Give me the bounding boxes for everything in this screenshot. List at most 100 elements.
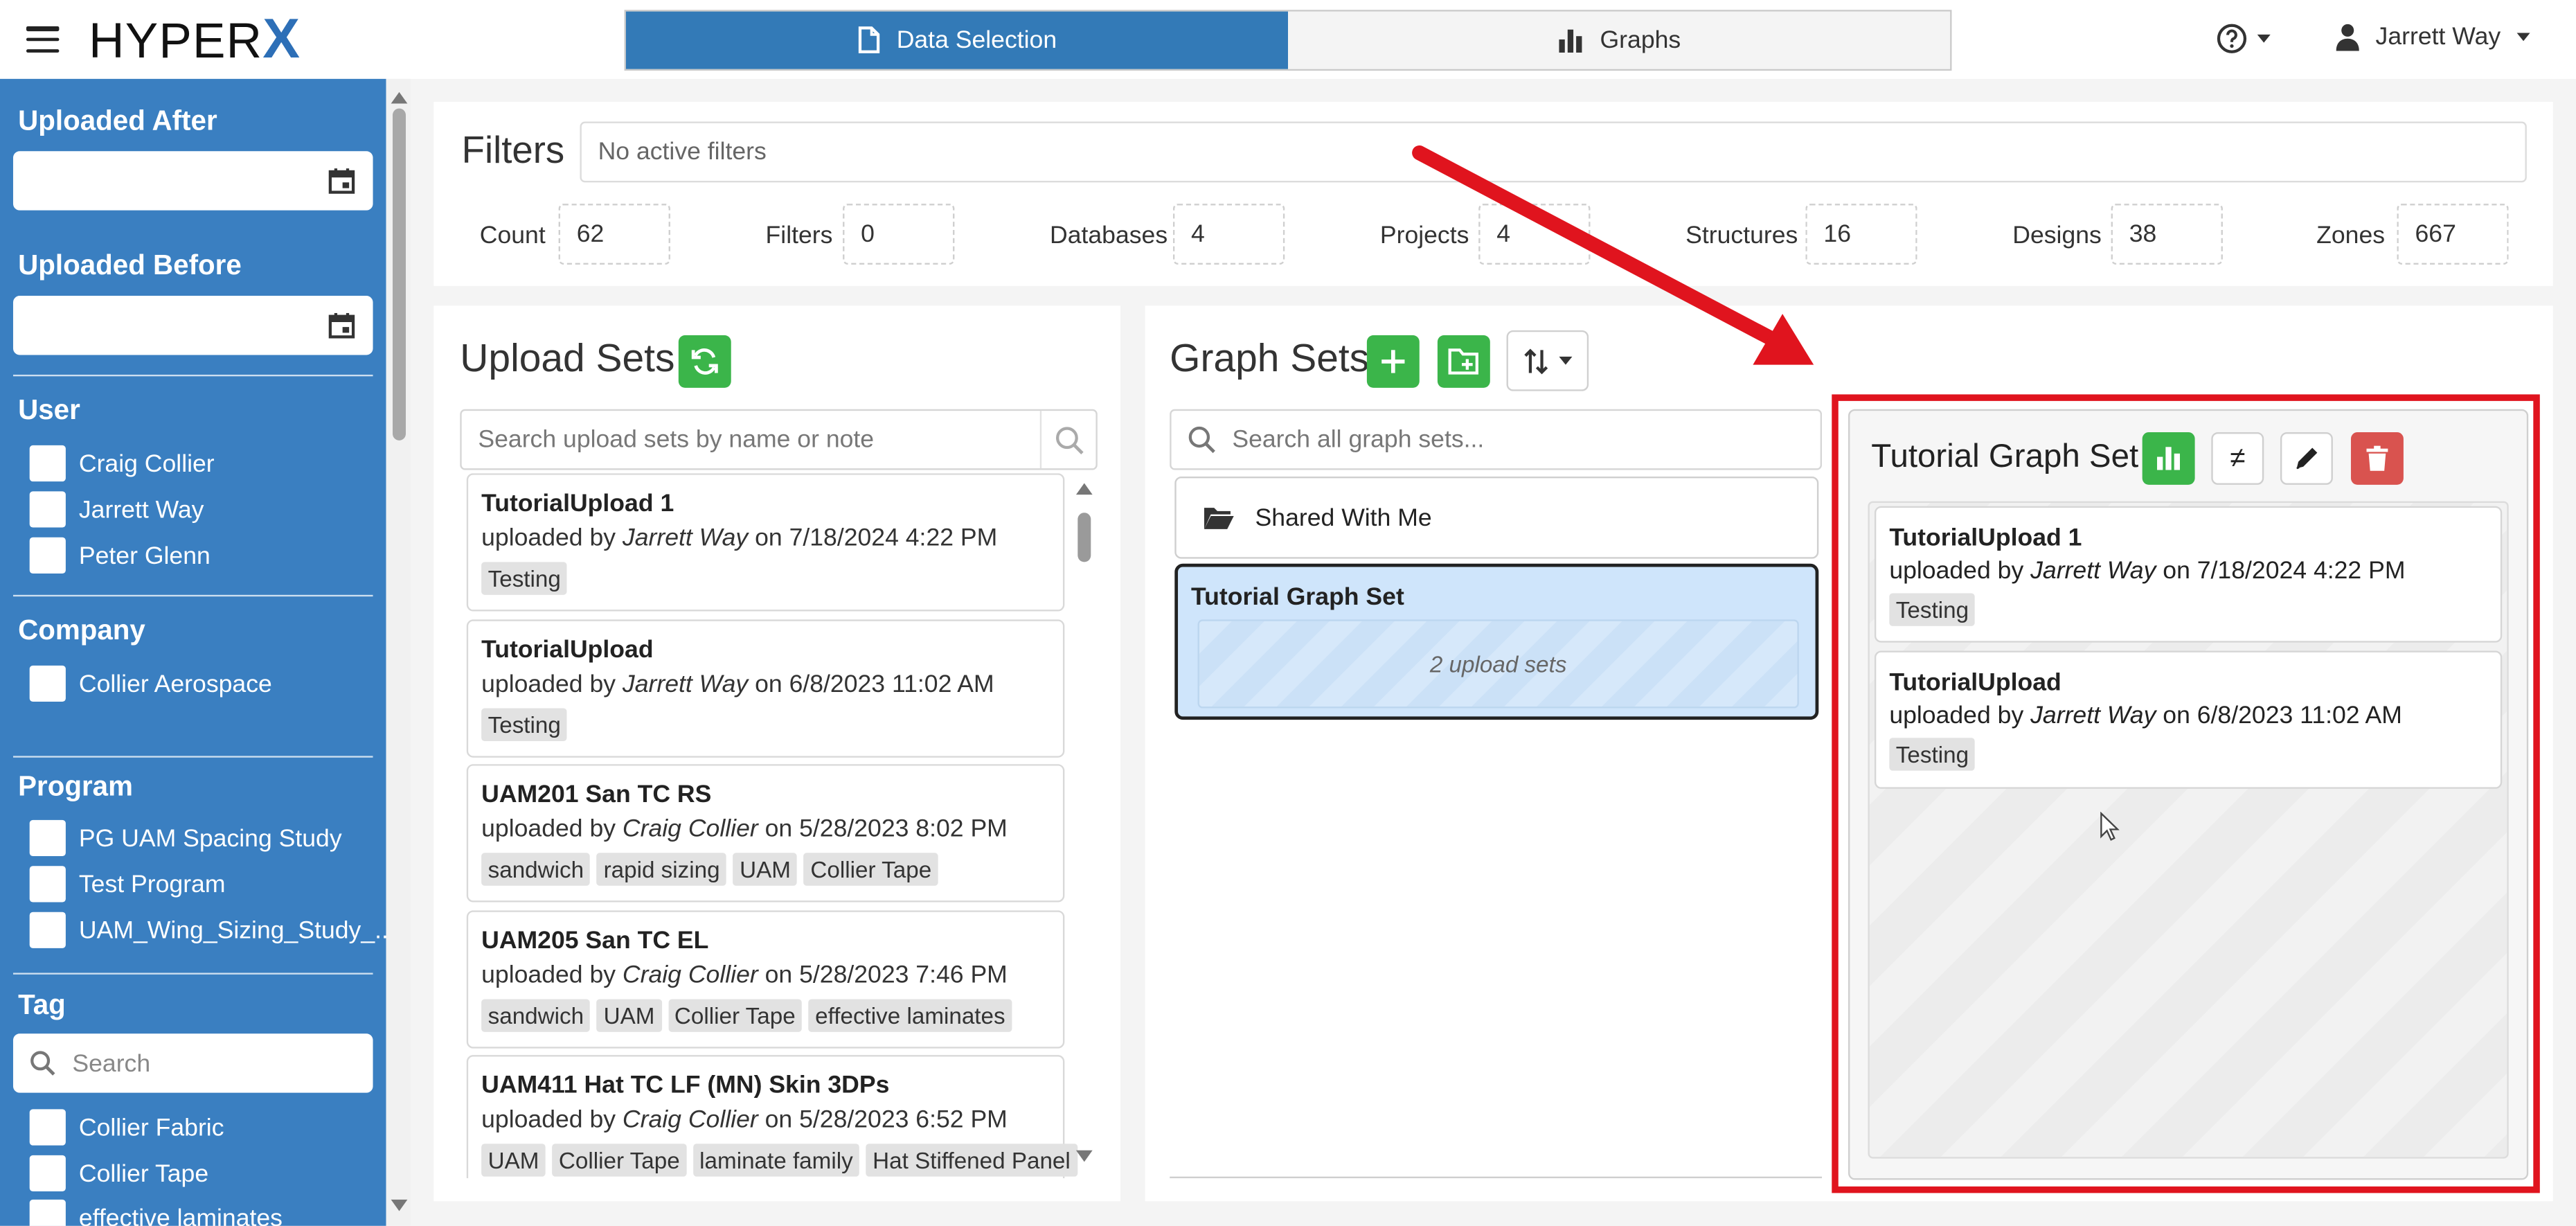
graph-search-input[interactable]: Search all graph sets... [1170, 409, 1823, 470]
chevron-down-icon [1559, 356, 1573, 365]
user-filter-label: User [18, 394, 80, 426]
checkbox[interactable] [29, 445, 66, 482]
stat-value: 0 [843, 204, 955, 265]
graph-set-drop-zone: 2 upload sets [1197, 619, 1799, 709]
search-icon [30, 1051, 55, 1076]
divider [1170, 1176, 1823, 1179]
uploader: Craig Collier [622, 1105, 758, 1134]
list-item[interactable]: UAM201 San TC RS uploaded by Craig Colli… [466, 764, 1065, 903]
tab-graphs[interactable]: Graphs [1288, 11, 1951, 69]
uploaded-before-input[interactable] [12, 296, 373, 355]
user-icon [2336, 24, 2359, 51]
checkbox-label: Craig Collier [78, 449, 215, 478]
add-folder-button[interactable] [1437, 335, 1490, 388]
app-logo: HYPERX [89, 12, 301, 71]
upload-date: on 6/8/2023 11:02 AM [748, 670, 994, 699]
checkbox[interactable] [29, 1199, 66, 1226]
calendar-icon[interactable] [328, 168, 355, 194]
checkbox[interactable] [29, 819, 66, 857]
shared-with-me-folder[interactable]: Shared With Me [1174, 477, 1819, 559]
checkbox[interactable] [29, 665, 66, 702]
scroll-up-arrow[interactable] [391, 91, 408, 104]
company-checkbox[interactable]: Collier Aerospace [29, 665, 272, 702]
upload-date: on 5/28/2023 6:52 PM [758, 1105, 1008, 1134]
list-item[interactable]: TutorialUpload 1 uploaded by Jarrett Way… [466, 473, 1065, 612]
checkbox-label: UAM_Wing_Sizing_Study_... [78, 916, 395, 944]
user-checkbox[interactable]: Peter Glenn [29, 537, 211, 574]
tag-checkbox[interactable]: Collier Tape [29, 1155, 208, 1192]
sidebar-scrollbar[interactable] [386, 78, 411, 1226]
refresh-button[interactable] [678, 335, 731, 388]
menu-icon[interactable] [26, 26, 60, 53]
checkbox[interactable] [29, 866, 66, 903]
logo-text: HYPER [89, 15, 263, 69]
tag: Collier Tape [552, 1144, 687, 1177]
folder-plus-icon [1448, 348, 1478, 375]
tag: sandwich [481, 853, 591, 886]
list-item[interactable]: TutorialUpload uploaded by Jarrett Way o… [466, 619, 1065, 758]
uploaded-by-prefix: uploaded by [481, 961, 623, 990]
scrollbar-thumb[interactable] [393, 108, 406, 441]
tag: Hat Stiffened Panel [866, 1144, 1077, 1177]
upload-search-input[interactable]: Search upload sets by name or note [460, 409, 1098, 470]
tab-data-selection[interactable]: Data Selection [625, 11, 1288, 69]
program-checkbox[interactable]: PG UAM Spacing Study [29, 819, 342, 857]
checkbox[interactable] [29, 912, 66, 948]
stat-label: Structures [1685, 222, 1798, 250]
plus-icon [1381, 350, 1405, 373]
add-graph-set-button[interactable] [1366, 335, 1420, 388]
tag: UAM [597, 999, 661, 1032]
scroll-down-arrow[interactable] [391, 1199, 408, 1211]
tag: UAM [481, 1144, 546, 1177]
program-checkbox[interactable]: Test Program [29, 866, 226, 903]
checkbox-label: Test Program [78, 870, 226, 898]
filter-sidebar: Uploaded After Uploaded Before User Crai… [0, 78, 395, 1226]
program-checkbox[interactable]: UAM_Wing_Sizing_Study_... [29, 912, 395, 948]
checkbox-label: Collier Aerospace [78, 669, 272, 698]
scrollbar-thumb[interactable] [1077, 513, 1091, 562]
checkbox[interactable] [29, 1109, 66, 1146]
upload-date: on 5/28/2023 7:46 PM [758, 961, 1008, 990]
stat-label: Databases [1049, 222, 1168, 250]
divider [12, 594, 373, 597]
graph-set-item-selected[interactable]: Tutorial Graph Set 2 upload sets [1174, 563, 1819, 720]
active-filters-field[interactable]: No active filters [580, 121, 2527, 183]
company-filter-label: Company [18, 614, 145, 646]
calendar-icon[interactable] [328, 312, 355, 339]
sort-button[interactable] [1506, 330, 1589, 391]
checkbox-label: Jarrett Way [78, 495, 204, 524]
checkbox[interactable] [29, 537, 66, 574]
user-checkbox[interactable]: Craig Collier [29, 445, 215, 482]
checkbox[interactable] [29, 491, 66, 528]
upload-sets-title: Upload Sets [460, 337, 675, 382]
chevron-down-icon [2516, 33, 2530, 42]
filters-title: Filters [461, 128, 565, 171]
tag-checkbox[interactable]: effective laminates [29, 1199, 283, 1226]
list-item[interactable]: UAM411 Hat TC LF (MN) Skin 3DPs uploaded… [466, 1055, 1077, 1179]
stat-value: 62 [558, 204, 670, 265]
scroll-down-arrow[interactable] [1075, 1150, 1093, 1162]
mouse-cursor-icon [2100, 811, 2120, 841]
checkbox-label: Peter Glenn [78, 541, 211, 570]
stat-value: 4 [1478, 204, 1591, 265]
user-menu-button[interactable]: Jarrett Way [2336, 23, 2530, 51]
app-root: HYPERX Data Selection Graphs Jarrett Way… [0, 0, 2576, 1226]
upload-list-scrollbar[interactable] [1071, 477, 1098, 1175]
help-menu-button[interactable] [2216, 23, 2271, 54]
checkbox[interactable] [29, 1155, 66, 1192]
tag: Collier Tape [668, 999, 803, 1032]
uploaded-after-input[interactable] [12, 151, 373, 211]
folder-open-icon [1204, 508, 1234, 529]
scroll-up-arrow[interactable] [1075, 483, 1093, 495]
user-checkbox[interactable]: Jarrett Way [29, 491, 204, 528]
tag-search-input[interactable]: Search [12, 1033, 373, 1093]
upload-meta: uploaded by Craig Collier on 5/28/2023 7… [481, 961, 1050, 991]
stat-label: Filters [765, 222, 833, 250]
search-button[interactable] [1039, 411, 1096, 469]
uploaded-by-prefix: uploaded by [481, 1105, 623, 1134]
tag: Testing [481, 562, 568, 595]
tag-checkbox[interactable]: Collier Fabric [29, 1109, 224, 1146]
uploaded-after-label: Uploaded After [18, 105, 217, 136]
list-item[interactable]: UAM205 San TC EL uploaded by Craig Colli… [466, 910, 1065, 1049]
graph-search-placeholder: Search all graph sets... [1232, 425, 1485, 454]
